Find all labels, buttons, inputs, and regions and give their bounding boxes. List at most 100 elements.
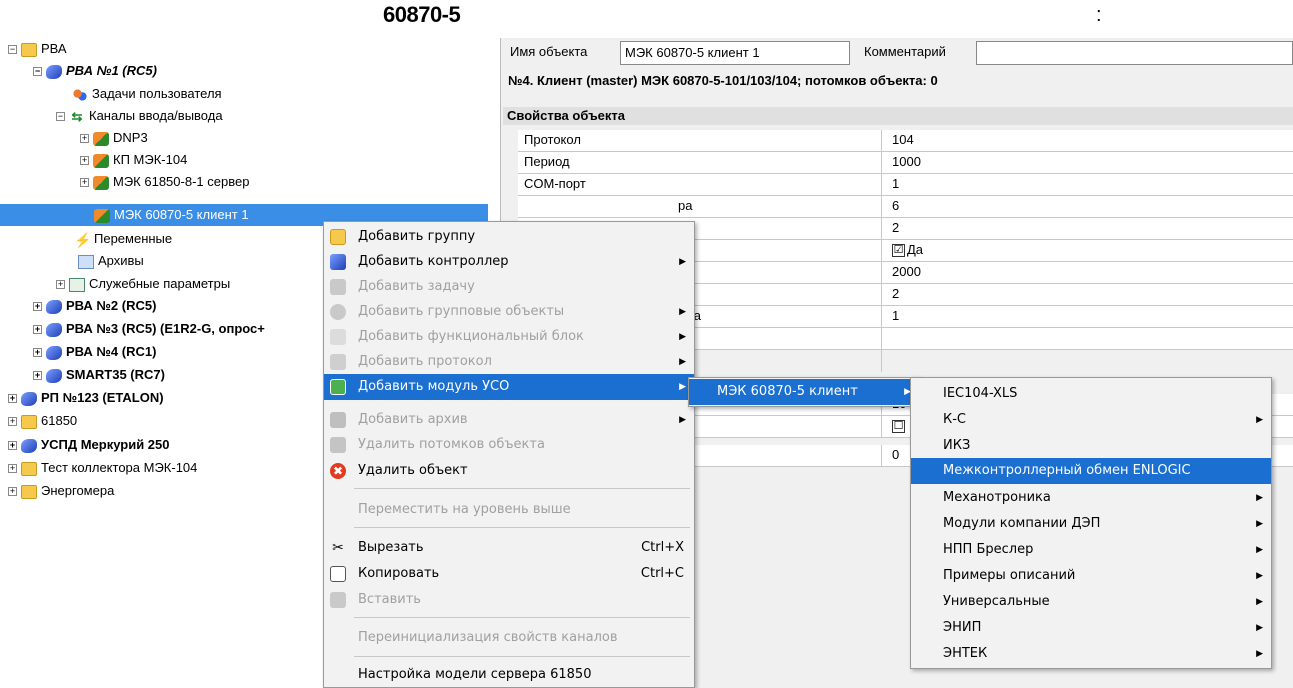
menu-add-group-objects[interactable]: Добавить групповые объекты ▶ [324, 299, 694, 325]
tree-node-io-channels[interactable]: − ⇆ Каналы ввода/вывода [56, 105, 223, 127]
tree-node-rva3[interactable]: + РВА №3 (RC5) (E1R2-G, опрос+ [33, 318, 323, 340]
tree-node-rva[interactable]: − РВА [8, 38, 67, 60]
protocol-icon [93, 131, 109, 146]
menu-add-archive[interactable]: Добавить архив ▶ [324, 407, 694, 433]
context-menu: Добавить группу Добавить контроллер ▶ Доб… [323, 221, 695, 688]
checkbox-checked-icon[interactable]: ☑ [892, 244, 905, 258]
expand-icon[interactable]: + [33, 302, 42, 312]
tree-node-uspd[interactable]: + УСПД Меркурий 250 [8, 434, 169, 456]
users-icon [72, 87, 88, 102]
property-row[interactable]: Период 1000 [518, 152, 1293, 174]
expand-icon[interactable]: + [8, 417, 17, 427]
menu-universal[interactable]: Универсальные ▶ [911, 589, 1271, 615]
menu-entek[interactable]: ЭНТЕК ▶ [911, 641, 1271, 667]
menu-mek60870-client[interactable]: МЭК 60870-5 клиент ▶ [689, 379, 919, 405]
menu-reinit-channels[interactable]: Переинициализация свойств каналов [324, 625, 694, 651]
property-row[interactable]: COM-порт 1 [518, 174, 1293, 196]
expand-icon[interactable]: + [33, 325, 42, 335]
menu-examples[interactable]: Примеры описаний ▶ [911, 563, 1271, 589]
controller-icon [21, 391, 37, 406]
tree-node-user-tasks[interactable]: Задачи пользователя [72, 83, 222, 105]
expand-icon[interactable]: + [8, 441, 17, 451]
collapse-icon[interactable]: − [8, 45, 17, 55]
io-module-icon [330, 379, 346, 395]
tree-node-archives[interactable]: Архивы [78, 250, 144, 272]
menu-enlogic-exchange[interactable]: Межконтроллерный обмен ENLOGIC [911, 458, 1271, 484]
archive-icon [78, 254, 94, 269]
object-name-label: Имя объекта [510, 44, 588, 59]
expand-icon[interactable]: + [8, 487, 17, 497]
menu-paste[interactable]: Вставить [324, 587, 694, 613]
task-icon [330, 279, 346, 295]
expand-icon[interactable]: + [8, 464, 17, 474]
tree-node-smart35[interactable]: + SMART35 (RC7) [33, 364, 165, 386]
tree-node-61850[interactable]: +61850 [8, 410, 77, 432]
submenu-arrow-icon: ▶ [1256, 597, 1263, 607]
menu-add-function-block[interactable]: Добавить функциональный блок ▶ [324, 324, 694, 350]
tree-node-rva1[interactable]: − РВА №1 (RC5) [33, 60, 157, 82]
menu-iec104-xls[interactable]: IEC104-XLS [911, 381, 1271, 407]
collapse-icon[interactable]: − [56, 112, 65, 122]
property-row[interactable]: Протокол 104 [518, 130, 1293, 152]
service-icon [69, 277, 85, 292]
folder-icon [21, 42, 37, 57]
menu-mekhanotronika[interactable]: Механотроника ▶ [911, 485, 1271, 511]
menu-61850-model-settings[interactable]: Настройка модели сервера 61850 [324, 662, 694, 688]
menu-add-task[interactable]: Добавить задачу [324, 274, 694, 300]
object-info: №4. Клиент (master) МЭК 60870-5-101/103/… [508, 73, 938, 88]
menu-add-controller[interactable]: Добавить контроллер ▶ [324, 249, 694, 275]
tree-node-rva4[interactable]: + РВА №4 (RC1) [33, 341, 156, 363]
property-row[interactable]: ра 6 [518, 196, 1293, 218]
tree-node-rva2[interactable]: + РВА №2 (RC5) [33, 295, 156, 317]
comment-label: Комментарий [864, 44, 946, 59]
object-name-input[interactable]: МЭК 60870-5 клиент 1 [620, 41, 850, 65]
menu-npp-bresler[interactable]: НПП Бреслер ▶ [911, 537, 1271, 563]
expand-icon[interactable]: + [80, 134, 89, 144]
menu-copy[interactable]: Копировать Ctrl+C [324, 561, 694, 587]
menu-cut[interactable]: ✂ Вырезать Ctrl+X [324, 535, 694, 561]
checkbox-unchecked-icon[interactable]: ☐ [892, 420, 905, 434]
tree-node-energomera[interactable]: + Энергомера [8, 480, 114, 502]
tree-node-dnp3[interactable]: + DNP3 [80, 127, 148, 149]
tree-node-kp-mek104[interactable]: + КП МЭК-104 [80, 149, 187, 171]
menu-move-up[interactable]: Переместить на уровень выше [324, 497, 694, 523]
menu-enip[interactable]: ЭНИП ▶ [911, 615, 1271, 641]
page-title-suffix: : [1096, 4, 1102, 26]
expand-icon[interactable]: + [80, 156, 89, 166]
expand-icon[interactable]: + [33, 371, 42, 381]
tree-node-service-params[interactable]: + Служебные параметры [56, 273, 230, 295]
controller-icon [46, 322, 62, 337]
menu-add-group[interactable]: Добавить группу [324, 224, 694, 250]
submenu-arrow-icon: ▶ [1256, 623, 1263, 633]
submenu-arrow-icon: ▶ [1256, 415, 1263, 425]
menu-delete-children[interactable]: Удалить потомков объекта [324, 432, 694, 458]
page-title: 60870-5 [383, 2, 461, 27]
menu-delete-object[interactable]: ✖ Удалить объект [324, 458, 694, 484]
submenu-mek60870-client: IEC104-XLS К-С ▶ ИКЗ Межконтроллерный обм… [910, 377, 1272, 669]
menu-dep-modules[interactable]: Модули компании ДЭП ▶ [911, 511, 1271, 537]
menu-add-io-module[interactable]: Добавить модуль УСО ▶ [324, 374, 694, 400]
expand-icon[interactable]: + [8, 394, 17, 404]
expand-icon[interactable]: + [56, 280, 65, 290]
submenu-io-module: МЭК 60870-5 клиент ▶ [688, 377, 920, 407]
tree-node-variables[interactable]: ⚡ Переменные [74, 228, 172, 250]
tree-node-rp123[interactable]: + РП №123 (ETALON) [8, 387, 164, 409]
expand-icon[interactable]: + [80, 178, 89, 188]
submenu-arrow-icon: ▶ [679, 415, 686, 425]
menu-add-protocol[interactable]: Добавить протокол ▶ [324, 349, 694, 375]
comment-input[interactable] [976, 41, 1293, 65]
submenu-arrow-icon: ▶ [679, 332, 686, 342]
menu-separator [354, 617, 690, 618]
controller-icon [330, 254, 346, 270]
tree-node-test-collector[interactable]: + Тест коллектора МЭК-104 [8, 457, 197, 479]
folder-icon [21, 414, 37, 429]
menu-ikz[interactable]: ИКЗ [911, 433, 1271, 459]
menu-k-s[interactable]: К-С ▶ [911, 407, 1271, 433]
expand-icon[interactable]: + [33, 348, 42, 358]
collapse-icon[interactable]: − [33, 67, 42, 77]
menu-separator [354, 527, 690, 528]
lightning-icon: ⚡ [74, 231, 92, 248]
tree-node-mek61850[interactable]: + МЭК 61850-8-1 сервер [80, 171, 249, 193]
menu-separator [354, 656, 690, 657]
delete-children-icon [330, 437, 346, 453]
